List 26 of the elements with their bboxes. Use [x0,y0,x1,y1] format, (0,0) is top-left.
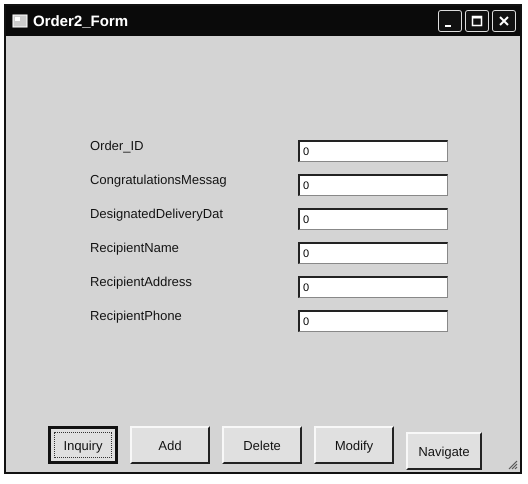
close-icon [498,15,510,27]
field-label: DesignatedDeliveryDat [90,206,224,221]
input-field[interactable]: 0 [298,208,448,230]
input-field[interactable]: 0 [298,276,448,298]
field-label: RecipientAddress [90,274,193,289]
resize-grip-icon[interactable] [506,458,518,470]
action-button[interactable]: Navigate [406,432,482,470]
input-field[interactable]: 0 [298,174,448,196]
action-button[interactable]: Delete [222,426,302,464]
action-button[interactable]: Inquiry [48,426,118,464]
window-title: Order2_Form [33,12,130,30]
close-button[interactable] [492,10,516,32]
input-field[interactable]: 0 [298,310,448,332]
minimize-button[interactable] [438,10,462,32]
field-label: Order_ID [90,138,144,153]
field-label: RecipientPhone [90,308,183,323]
maximize-button[interactable] [465,10,489,32]
maximize-icon [471,15,483,27]
input-field[interactable]: 0 [298,242,448,264]
field-label: RecipientName [90,240,180,255]
input-field[interactable]: 0 [298,140,448,162]
minimize-icon [445,25,451,27]
field-label: CongratulationsMessag [90,172,228,187]
action-button[interactable]: Add [130,426,210,464]
window-icon [12,14,28,28]
action-button[interactable]: Modify [314,426,394,464]
